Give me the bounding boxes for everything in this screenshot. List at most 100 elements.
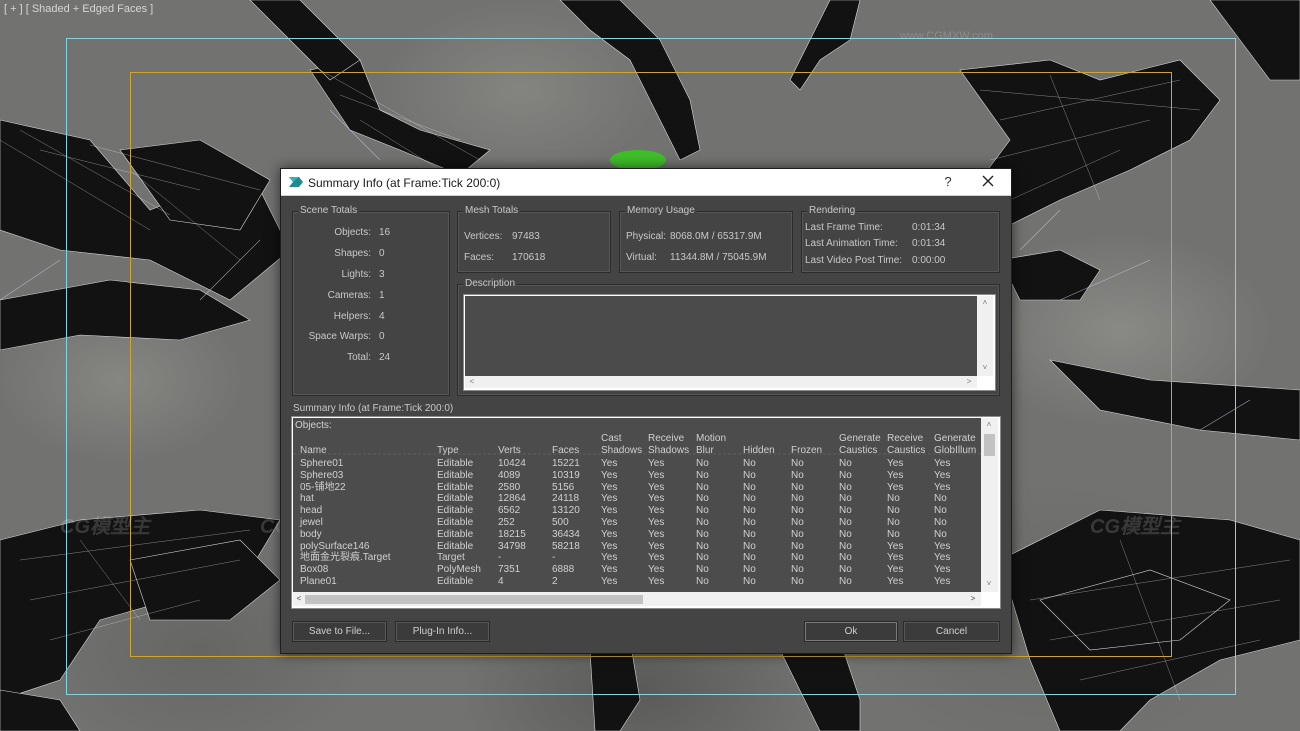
- space-warps-label: Space Warps:: [308, 331, 371, 342]
- cell-frozen: No: [791, 552, 804, 564]
- cell-frozen: No: [791, 505, 804, 517]
- cell-faces: -: [552, 552, 556, 564]
- cell-gcaus: No: [839, 552, 852, 564]
- col-header-motion: Motion: [696, 433, 727, 444]
- helpers-label: Helpers:: [333, 311, 371, 322]
- cell-type: Editable: [437, 469, 474, 481]
- viewport-label[interactable]: [ + ] [ Shaded + Edged Faces ]: [4, 3, 153, 15]
- table-row: 05-铺地22 Editable 2580 5156 Yes Yes No No No No Yes…: [293, 482, 981, 494]
- scene-totals-group: Scene Totals Objects: 16 Shapes: 0 Light…: [292, 205, 450, 396]
- help-button[interactable]: ?: [938, 172, 958, 192]
- cell-recv: Yes: [648, 481, 665, 493]
- cell-gillum: Yes: [934, 564, 951, 576]
- summary-horizontal-scrollbar[interactable]: < >: [293, 592, 981, 606]
- cell-cast: Yes: [601, 493, 618, 505]
- cell-motion: No: [696, 481, 709, 493]
- cell-gcaus: No: [839, 493, 852, 505]
- scroll-left-icon[interactable]: <: [466, 376, 478, 388]
- scroll-up-icon[interactable]: ˄: [979, 297, 991, 309]
- total-value: 24: [379, 352, 391, 363]
- shapes-label: Shapes:: [334, 248, 371, 259]
- cell-type: Editable: [437, 517, 474, 528]
- cell-recv: Yes: [648, 552, 665, 564]
- cell-verts: 4089: [498, 469, 521, 481]
- cell-hidden: No: [743, 528, 756, 540]
- cell-gillum: Yes: [934, 458, 951, 469]
- scroll-thumb[interactable]: [305, 595, 643, 604]
- cell-frozen: No: [791, 469, 804, 481]
- ok-button[interactable]: Ok: [804, 621, 898, 642]
- summary-vertical-scrollbar[interactable]: ˄ ˅: [981, 418, 998, 592]
- summary-info-text-area[interactable]: Objects: Name Type Verts Faces Cast Shad…: [293, 418, 981, 592]
- lights-value: 3: [379, 269, 385, 280]
- cell-verts: 12864: [498, 493, 526, 505]
- cell-motion: No: [696, 517, 709, 528]
- cell-recv: Yes: [648, 576, 665, 587]
- cell-frozen: No: [791, 540, 804, 552]
- save-to-file-button[interactable]: Save to File...: [292, 621, 387, 642]
- cell-faces: 2: [552, 576, 558, 587]
- table-row: Plane01 Editable 4 2 Yes Yes No No No No Yes Yes: [293, 576, 981, 588]
- description-vertical-scrollbar[interactable]: ˄ ˅: [977, 296, 993, 376]
- scroll-left-icon[interactable]: <: [293, 593, 305, 605]
- col-header-cast: Cast: [601, 433, 622, 444]
- last-frame-time-label: Last Frame Time:: [805, 222, 883, 233]
- cell-verts: 10424: [498, 458, 526, 469]
- cell-rcaus: No: [887, 493, 900, 505]
- table-row: Sphere03 Editable 4089 10319 Yes Yes No No No No Y…: [293, 470, 981, 482]
- cell-gcaus: No: [839, 564, 852, 576]
- cell-gillum: No: [934, 505, 947, 517]
- scroll-down-icon[interactable]: ˅: [983, 578, 995, 590]
- cell-type: Editable: [437, 481, 474, 493]
- description-text-area[interactable]: [465, 296, 977, 376]
- cell-motion: No: [696, 552, 709, 564]
- cell-gcaus: No: [839, 540, 852, 552]
- col-header-receive-caustics: Receive: [887, 433, 924, 444]
- cell-cast: Yes: [601, 576, 618, 587]
- scroll-up-icon[interactable]: ˄: [983, 419, 995, 431]
- cell-frozen: No: [791, 458, 804, 469]
- scroll-right-icon[interactable]: >: [963, 376, 975, 388]
- cell-type: Editable: [437, 528, 474, 540]
- scroll-thumb[interactable]: [984, 434, 995, 456]
- dialog-titlebar[interactable]: Summary Info (at Frame:Tick 200:0) ?: [281, 169, 1011, 196]
- table-row: jewel Editable 252 500 Yes Yes No No No No No No: [293, 517, 981, 529]
- plugin-info-button[interactable]: Plug-In Info...: [395, 621, 490, 642]
- cell-frozen: No: [791, 528, 804, 540]
- vertices-label: Vertices:: [464, 231, 503, 242]
- cell-hidden: No: [743, 505, 756, 517]
- description-horizontal-scrollbar[interactable]: < >: [465, 376, 977, 388]
- cell-motion: No: [696, 469, 709, 481]
- cell-hidden: No: [743, 576, 756, 587]
- cell-cast: Yes: [601, 517, 618, 528]
- close-icon: [982, 175, 994, 187]
- last-video-post-time-label: Last Video Post Time:: [805, 255, 903, 266]
- col-header-generate-globillum: Generate: [934, 433, 976, 444]
- header-separator: [293, 453, 981, 458]
- scroll-down-icon[interactable]: ˅: [979, 362, 991, 374]
- last-animation-time-value: 0:01:34: [912, 238, 946, 249]
- scroll-right-icon[interactable]: >: [967, 593, 979, 605]
- cell-hidden: No: [743, 552, 756, 564]
- cameras-label: Cameras:: [327, 290, 371, 301]
- cell-motion: No: [696, 576, 709, 587]
- close-button[interactable]: [978, 171, 998, 191]
- table-row: hat Editable 12864 24118 Yes Yes No No No No No No: [293, 493, 981, 505]
- group-title: Rendering: [807, 205, 858, 217]
- description-textbox[interactable]: ˄ ˅ < >: [463, 294, 996, 391]
- virtual-label: Virtual:: [626, 252, 657, 263]
- cameras-value: 1: [379, 290, 385, 301]
- cell-rcaus: No: [887, 505, 900, 517]
- cell-gcaus: No: [839, 458, 852, 469]
- cell-faces: 13120: [552, 505, 580, 517]
- faces-value: 170618: [512, 252, 546, 263]
- cell-recv: Yes: [648, 469, 665, 481]
- summary-info-textbox[interactable]: Objects: Name Type Verts Faces Cast Shad…: [291, 416, 1001, 609]
- cell-gcaus: No: [839, 517, 852, 528]
- cell-frozen: No: [791, 576, 804, 587]
- cell-motion: No: [696, 493, 709, 505]
- cancel-button[interactable]: Cancel: [903, 621, 1000, 642]
- cell-verts: 4: [498, 576, 504, 587]
- cell-rcaus: Yes: [887, 552, 904, 564]
- cell-hidden: No: [743, 540, 756, 552]
